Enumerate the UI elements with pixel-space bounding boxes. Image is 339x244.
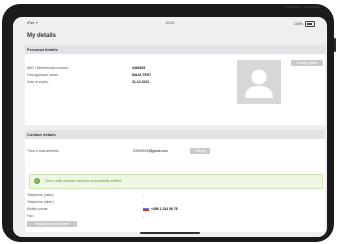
- tablet-frame: iPad ᯤ 10:10 100% My details Personal de…: [2, 4, 334, 242]
- fax-label: Fax:: [27, 214, 34, 218]
- side-button: [334, 38, 336, 52]
- phone-other-label: Telephone (other):: [27, 200, 55, 204]
- page-title: My details: [27, 33, 57, 39]
- battery-percent: 100%: [293, 21, 303, 26]
- screen: iPad ᯤ 10:10 100% My details Personal de…: [13, 17, 327, 237]
- home-indicator[interactable]: [140, 232, 200, 234]
- change-photo-button[interactable]: Change photo: [291, 60, 323, 66]
- field-value-membership: 3462935: [132, 66, 146, 70]
- battery-status: 100%: [294, 21, 315, 27]
- check-circle-icon: ✓: [34, 178, 40, 184]
- phone-main-value: -: [143, 193, 145, 197]
- mobile-label: Mobile phone:: [27, 207, 49, 211]
- field-label-expiry: Date of expiry:: [27, 80, 49, 84]
- field-value-expiry: 31-12-2021: [132, 80, 150, 84]
- mobile-value: +386 1 234 56 78: [151, 207, 178, 211]
- slovenia-flag-icon: [143, 207, 149, 211]
- volume-down-button: [304, 6, 320, 8]
- personal-details-panel: ABC / Membership number: 3462935 First a…: [25, 54, 325, 125]
- section-title: Personal details: [27, 47, 58, 53]
- volume-up-button: [285, 6, 301, 8]
- email-verified-alert: ✓ Your e-mail address has been successfu…: [29, 174, 323, 189]
- battery-icon: [305, 21, 315, 27]
- field-value-applicant: MAJA TEST: [132, 73, 152, 77]
- email-label: *Your e-mail address:: [27, 149, 60, 153]
- fax-value: -: [143, 214, 145, 218]
- profile-photo[interactable]: [237, 60, 281, 104]
- field-label-applicant: First applicant name:: [27, 73, 59, 77]
- status-bar: iPad ᯤ 10:10 100%: [13, 17, 327, 29]
- phone-other-value: -: [143, 200, 145, 204]
- success-message: Your e-mail address has been successfull…: [45, 179, 122, 184]
- clock: 10:10: [165, 21, 175, 25]
- email-value: XXXXXXX@gmail.com: [133, 149, 168, 153]
- section-title: Contact details: [27, 132, 56, 138]
- field-label-membership: ABC / Membership number:: [27, 66, 69, 70]
- phone-main-label: Telephone (main):: [27, 193, 55, 197]
- person-silhouette-icon: [245, 69, 273, 98]
- change-phone-numbers-button[interactable]: Change phone numbers: [27, 221, 77, 227]
- change-email-button[interactable]: Change: [190, 147, 210, 154]
